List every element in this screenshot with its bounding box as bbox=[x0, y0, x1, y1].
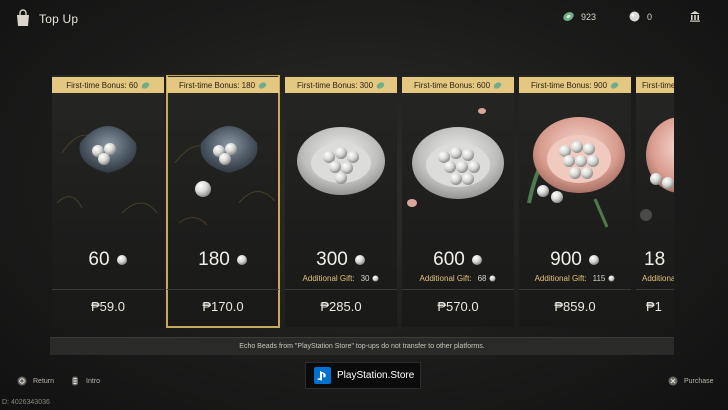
package-list: First-time Bonus: 60 60 ₱59.0 First-time… bbox=[52, 75, 674, 328]
circle-button-icon bbox=[17, 376, 27, 386]
first-time-bonus-banner: First-time Bonus: 1 bbox=[636, 77, 674, 93]
package-price: ₱1 bbox=[646, 299, 662, 314]
first-time-bonus-banner: First-time Bonus: 180 bbox=[167, 77, 279, 93]
echo-bead-icon bbox=[493, 81, 502, 89]
return-label: Return bbox=[33, 377, 55, 385]
shopping-bag-icon bbox=[17, 9, 29, 26]
echo-bead-icon bbox=[563, 12, 574, 21]
package-amount: 300 bbox=[285, 249, 397, 271]
package-price: ₱285.0 bbox=[320, 299, 362, 314]
divider bbox=[52, 289, 164, 290]
platform-notice: Echo Beads from "PlayStation Store" top-… bbox=[50, 337, 674, 355]
additional-gift: Additional Gift: 115 bbox=[519, 274, 631, 283]
pearl-icon bbox=[489, 275, 496, 282]
package-amount: 900 bbox=[519, 249, 631, 271]
purchase-label: Purchase bbox=[684, 377, 714, 385]
pearl-shell-illustration bbox=[640, 117, 674, 221]
first-time-bonus-banner: First-time Bonus: 300 bbox=[285, 77, 397, 93]
pearl-icon bbox=[629, 11, 640, 22]
pearl-shell-illustration bbox=[407, 108, 504, 207]
echo-bead-icon bbox=[610, 81, 619, 89]
touchpad-button-icon bbox=[72, 376, 78, 386]
return-hint[interactable]: Return bbox=[17, 376, 54, 386]
divider bbox=[519, 289, 631, 290]
intro-hint[interactable]: Intro bbox=[70, 376, 100, 386]
pearl-icon bbox=[354, 255, 365, 265]
pearl-icon bbox=[588, 255, 599, 265]
pearl-shell-illustration bbox=[297, 127, 385, 195]
page-title: Top Up bbox=[39, 12, 79, 26]
package-card-60[interactable]: First-time Bonus: 60 60 ₱59.0 bbox=[52, 75, 164, 327]
pearl-count: 0 bbox=[647, 11, 653, 22]
package-amount: 18 bbox=[644, 249, 666, 270]
playstation-store-button[interactable]: PlayStation.Store bbox=[305, 362, 421, 389]
echo-bead-icon bbox=[376, 81, 385, 89]
echo-bead-icon bbox=[141, 81, 150, 89]
additional-gift: Additional Gift: 30 bbox=[285, 274, 397, 283]
notice-text: Echo Beads from "PlayStation Store" top-… bbox=[239, 343, 485, 350]
pearl-balance: 0 bbox=[628, 10, 652, 23]
cross-button-icon bbox=[668, 376, 678, 386]
package-amount: 600 bbox=[402, 249, 514, 271]
pearl-shell-illustration bbox=[527, 117, 625, 228]
pearl-icon bbox=[236, 255, 247, 265]
package-card-180[interactable]: First-time Bonus: 180 180 ₱170.0 bbox=[166, 75, 280, 328]
bank-icon[interactable] bbox=[689, 10, 701, 22]
first-time-bonus-banner: First-time Bonus: 900 bbox=[519, 77, 631, 93]
package-card-600[interactable]: First-time Bonus: 600 600 Additional Gif… bbox=[402, 75, 514, 327]
store-label: PlayStation.Store bbox=[337, 370, 415, 381]
package-amount: 180 bbox=[167, 249, 279, 271]
divider bbox=[285, 289, 397, 290]
top-bar: Top Up 923 0 bbox=[0, 0, 728, 38]
pearl-shell-illustration bbox=[174, 126, 276, 226]
package-card-300[interactable]: First-time Bonus: 300 300 Additional Gif… bbox=[285, 75, 397, 327]
package-card-partial[interactable]: First-time Bonus: 1 18 Additional Gift: … bbox=[636, 75, 674, 327]
first-time-bonus-banner: First-time Bonus: 60 bbox=[52, 77, 164, 93]
echo-bead-count: 923 bbox=[581, 11, 597, 22]
package-price: ₱59.0 bbox=[91, 299, 125, 314]
divider bbox=[636, 289, 674, 290]
intro-label: Intro bbox=[86, 377, 101, 385]
pearl-shell-illustration bbox=[56, 126, 158, 214]
package-price: ₱859.0 bbox=[554, 299, 596, 314]
echo-bead-icon bbox=[258, 81, 267, 89]
package-price: ₱570.0 bbox=[437, 299, 479, 314]
purchase-hint[interactable]: Purchase bbox=[668, 376, 714, 386]
echo-bead-balance: 923 bbox=[562, 10, 596, 23]
pearl-icon bbox=[372, 275, 379, 282]
playstation-logo-icon bbox=[314, 367, 331, 384]
build-id: D: 4026343036 bbox=[2, 399, 50, 406]
additional-gift: Additional Gift: 68 bbox=[402, 274, 514, 283]
pearl-icon bbox=[116, 255, 127, 265]
divider bbox=[167, 289, 279, 290]
pearl-icon bbox=[608, 275, 615, 282]
package-amount: 60 bbox=[52, 249, 164, 271]
pearl-icon bbox=[471, 255, 482, 265]
package-card-900[interactable]: First-time Bonus: 900 900 Additional Gif… bbox=[519, 75, 631, 327]
package-price: ₱170.0 bbox=[202, 299, 244, 314]
first-time-bonus-banner: First-time Bonus: 600 bbox=[402, 77, 514, 93]
divider bbox=[402, 289, 514, 290]
additional-gift: Additional Gift: bbox=[642, 274, 674, 283]
